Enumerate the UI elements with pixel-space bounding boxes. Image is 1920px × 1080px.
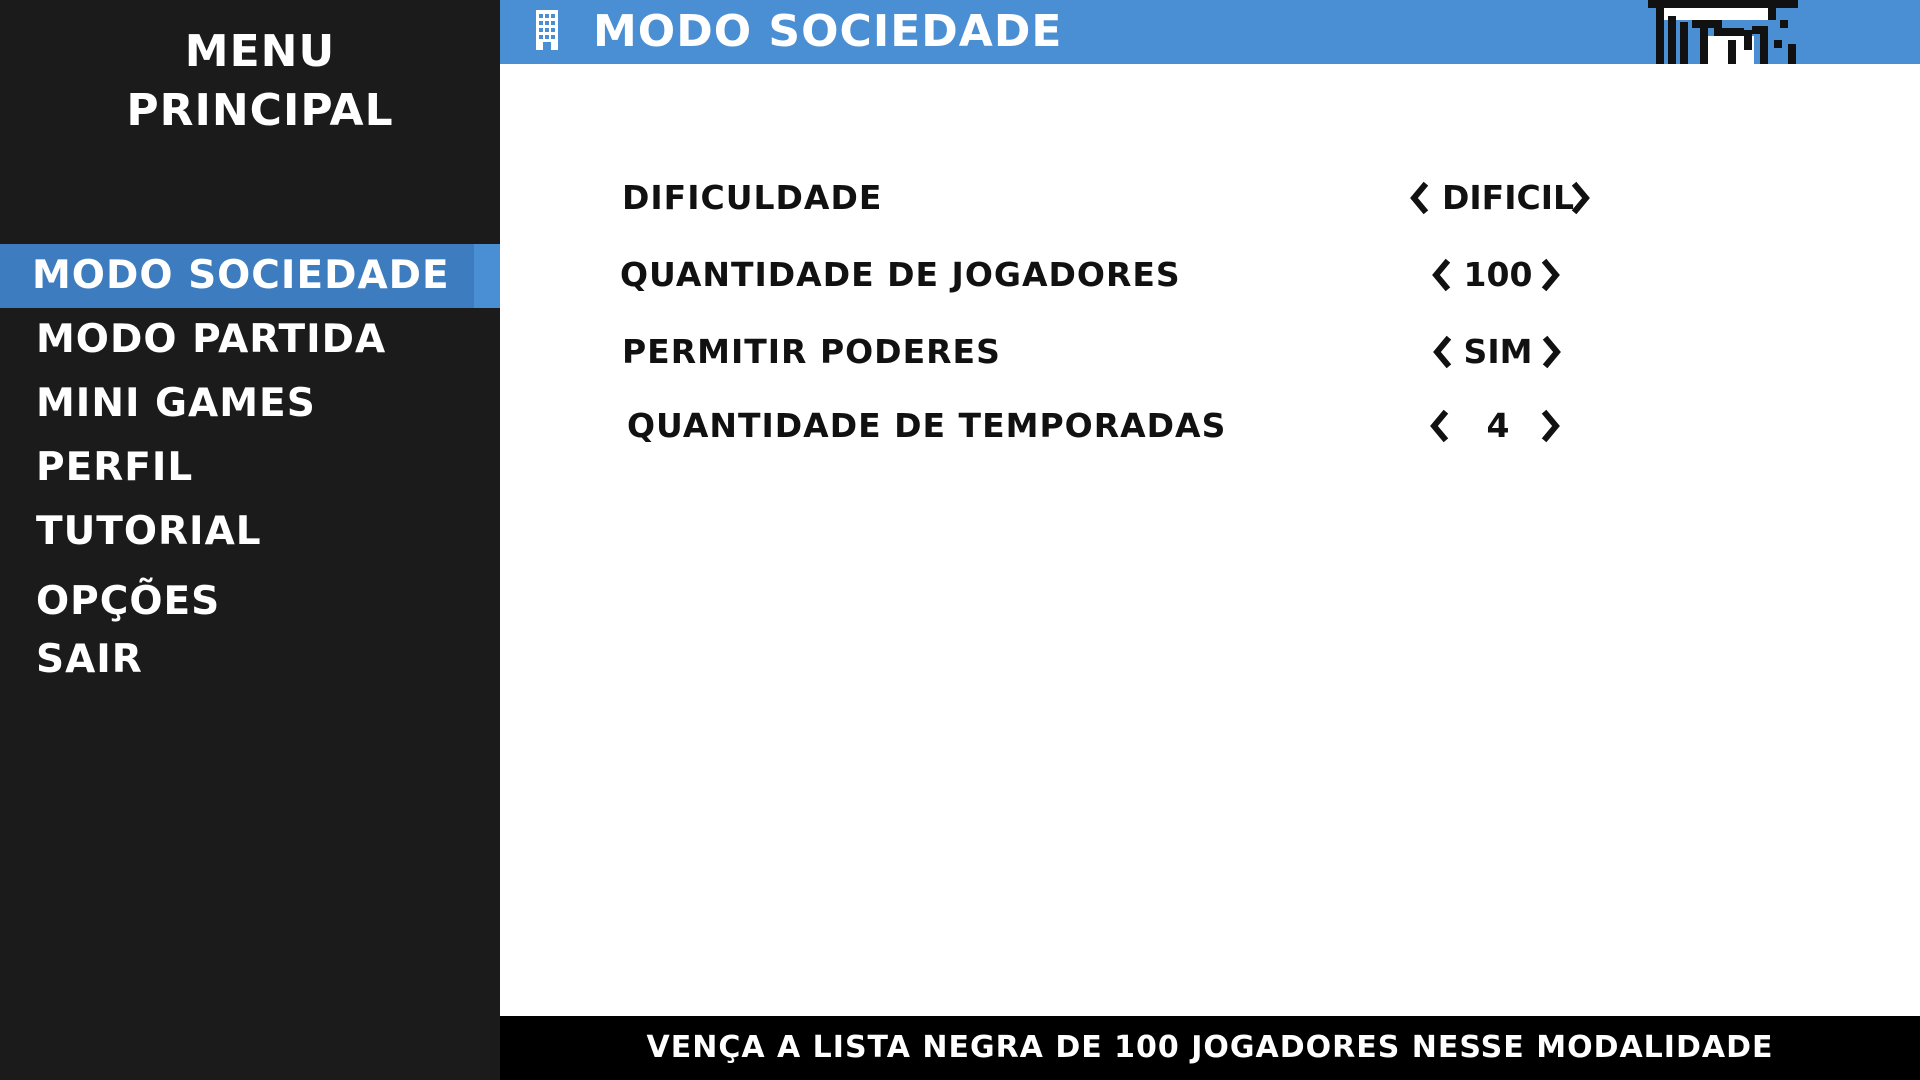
menu-item-label: TUTORIAL [36,509,262,554]
mode-title: MODO SOCIEDADE [593,6,1063,57]
menu-item-tutorial[interactable]: TUTORIAL [0,500,500,564]
setting-value: 4 [1486,406,1510,445]
setting-dificuldade: DIFICULDADE DIFICIL [500,168,1920,228]
setting-quantidade-temporadas: QUANTIDADE DE TEMPORADAS 4 [500,396,1920,456]
chevron-right-icon[interactable] [1538,255,1564,295]
setting-quantidade-jogadores: QUANTIDADE DE JOGADORES 100 [500,245,1920,305]
main-menu-title-line1: MENU [184,26,336,77]
menu-item-label: OPÇÕES [36,579,221,624]
menu-item-perfil[interactable]: PERFIL [0,436,500,500]
menu-item-opcoes[interactable]: OPÇÕES [0,570,500,634]
mode-description-bar: VENÇA A LISTA NEGRA DE 100 JOGADORES NES… [500,1016,1920,1080]
setting-value: SIM [1463,332,1533,371]
chevron-left-icon[interactable] [1406,178,1432,218]
setting-label: DIFICULDADE [622,178,883,217]
chevron-right-icon[interactable] [1538,406,1564,446]
menu-item-label: MINI GAMES [36,381,316,426]
menu-item-modo-partida[interactable]: MODO PARTIDA [0,308,500,372]
mode-header-bar: MODO SOCIEDADE [500,0,1920,64]
chevron-left-icon[interactable] [1429,332,1455,372]
setting-label: QUANTIDADE DE JOGADORES [620,255,1181,294]
menu-item-label: SAIR [36,637,143,682]
main-menu-title-line2: PRINCIPAL [126,85,394,136]
pixel-character-icon [1648,0,1798,64]
setting-label: QUANTIDADE DE TEMPORADAS [627,406,1227,445]
main-menu-title: MENU PRINCIPAL [0,22,520,140]
chevron-left-icon[interactable] [1426,406,1452,446]
chevron-right-icon[interactable] [1539,332,1565,372]
main-menu-sidebar: MENU PRINCIPAL MODO SOCIEDADE MODO PARTI… [0,0,500,1080]
building-icon [534,10,560,50]
setting-label: PERMITIR PODERES [622,332,1001,371]
menu-item-sair[interactable]: SAIR [0,628,500,692]
mode-description: VENÇA A LISTA NEGRA DE 100 JOGADORES NES… [646,1030,1774,1065]
menu-item-label: PERFIL [36,445,194,490]
active-indicator [474,244,500,308]
chevron-left-icon[interactable] [1428,255,1454,295]
menu-item-label: MODO PARTIDA [36,317,387,362]
setting-permitir-poderes: PERMITIR PODERES SIM [500,322,1920,382]
menu-item-mini-games[interactable]: MINI GAMES [0,372,500,436]
menu-item-label: MODO SOCIEDADE [32,253,450,298]
setting-value: 100 [1463,255,1533,294]
chevron-right-icon[interactable] [1568,178,1594,218]
menu-item-modo-sociedade[interactable]: MODO SOCIEDADE [0,244,500,308]
setting-value: DIFICIL [1442,178,1575,217]
